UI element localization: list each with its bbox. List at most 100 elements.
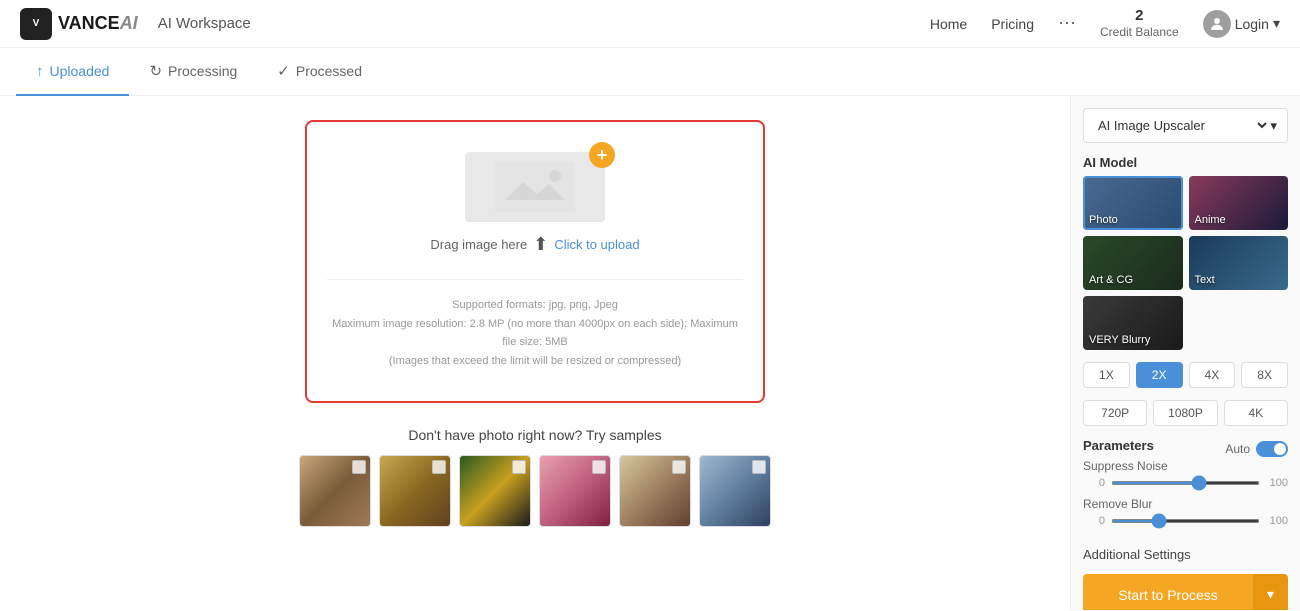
sample-checkbox[interactable] (512, 460, 526, 474)
remove-blur-slider[interactable] (1111, 519, 1260, 523)
suppress-noise-label: Suppress Noise (1083, 459, 1288, 473)
auto-toggle[interactable]: Auto (1225, 441, 1288, 457)
upload-text: Drag image here ⬆ Click to upload (430, 234, 639, 255)
tab-uploaded[interactable]: ↑ Uploaded (16, 48, 129, 96)
res-720p[interactable]: 720P (1083, 400, 1147, 426)
sample-item[interactable] (379, 455, 451, 527)
scale-buttons: 1X 2X 4X 8X (1083, 362, 1288, 388)
res-1080p[interactable]: 1080P (1153, 400, 1217, 426)
placeholder-image-icon (495, 162, 575, 212)
sample-item[interactable] (459, 455, 531, 527)
model-photo-label: Photo (1089, 214, 1118, 226)
scale-4x[interactable]: 4X (1189, 362, 1236, 388)
nav-pricing[interactable]: Pricing (991, 16, 1034, 32)
ai-model-label: AI Model (1083, 155, 1288, 170)
header-nav: Home Pricing ⋯ 2 Credit Balance Login ▾ (930, 6, 1280, 41)
sample-checkbox[interactable] (432, 460, 446, 474)
samples-grid (299, 455, 771, 527)
model-photo-bg: Photo (1083, 176, 1183, 230)
suppress-noise-slider[interactable] (1111, 481, 1260, 485)
tab-processing[interactable]: ↻ Processing (129, 48, 257, 96)
tab-processing-label: Processing (168, 63, 237, 79)
sample-item[interactable] (539, 455, 611, 527)
model-artcg[interactable]: Art & CG (1083, 236, 1183, 290)
tab-uploaded-label: Uploaded (50, 63, 110, 79)
add-image-button[interactable]: + (589, 142, 615, 168)
upload-area: + Drag image here ⬆ Click to upload Supp… (0, 96, 1070, 610)
main-content: + Drag image here ⬆ Click to upload Supp… (0, 96, 1300, 610)
toggle-switch[interactable] (1256, 441, 1288, 457)
nav-home[interactable]: Home (930, 16, 967, 32)
more-options-icon[interactable]: ⋯ (1058, 13, 1076, 34)
start-process-button[interactable]: Start to Process (1083, 574, 1253, 610)
header: V VANCEAI AI Workspace Home Pricing ⋯ 2 … (0, 0, 1300, 48)
tabs-bar: ↑ Uploaded ↻ Processing ✓ Processed (0, 48, 1300, 96)
params-header: Parameters Auto (1083, 438, 1288, 459)
drag-text: Drag image here (430, 237, 527, 252)
model-grid: Photo Anime Art & CG Text (1083, 176, 1288, 350)
model-text-bg: Text (1189, 236, 1289, 290)
processed-tab-icon: ✓ (277, 62, 290, 80)
parameters-label: Parameters (1083, 438, 1154, 453)
login-button[interactable]: Login ▾ (1203, 10, 1280, 38)
scale-1x[interactable]: 1X (1083, 362, 1130, 388)
model-artcg-bg: Art & CG (1083, 236, 1183, 290)
model-anime-bg: Anime (1189, 176, 1289, 230)
sample-checkbox[interactable] (352, 460, 366, 474)
sample-item[interactable] (619, 455, 691, 527)
dropzone-preview: + (465, 152, 605, 222)
credit-number: 2 (1135, 6, 1143, 26)
compress-note: (Images that exceed the limit will be re… (327, 352, 743, 371)
process-arrow-button[interactable]: ▾ (1253, 574, 1288, 610)
parameters-section: Parameters Auto Suppress Noise 0 100 Rem… (1083, 438, 1288, 535)
processing-tab-icon: ↻ (149, 62, 162, 80)
right-panel: AI Image Upscaler ▾ AI Model Photo Anime (1070, 96, 1300, 610)
credit-balance-label: Credit Balance (1100, 25, 1179, 41)
max-resolution: Maximum image resolution: 2.8 MP (no mor… (327, 315, 743, 352)
logo-text: VANCEAI (58, 13, 138, 34)
resolution-buttons: 720P 1080P 4K (1083, 400, 1288, 426)
divider (327, 279, 743, 280)
additional-settings[interactable]: Additional Settings (1083, 547, 1288, 562)
credit-balance: 2 Credit Balance (1100, 6, 1179, 41)
model-blurry-label: VERY Blurry (1089, 334, 1150, 346)
model-blurry-bg: VERY Blurry (1083, 296, 1183, 350)
ai-model-section: AI Model Photo Anime Art & CG (1083, 155, 1288, 350)
tab-processed[interactable]: ✓ Processed (257, 48, 382, 96)
remove-blur-min: 0 (1083, 515, 1105, 527)
dropzone[interactable]: + Drag image here ⬆ Click to upload Supp… (305, 120, 765, 403)
login-label: Login (1235, 16, 1269, 32)
upload-link[interactable]: Click to upload (554, 237, 639, 252)
res-4k[interactable]: 4K (1224, 400, 1288, 426)
chevron-down-icon: ▾ (1273, 15, 1280, 32)
model-select-input[interactable]: AI Image Upscaler (1094, 117, 1270, 134)
tab-processed-label: Processed (296, 63, 362, 79)
model-text-label: Text (1195, 274, 1215, 286)
scale-2x[interactable]: 2X (1136, 362, 1183, 388)
sample-item[interactable] (299, 455, 371, 527)
model-select-dropdown[interactable]: AI Image Upscaler ▾ (1083, 108, 1288, 143)
supported-formats: Supported formats: jpg, png, Jpeg (327, 296, 743, 315)
remove-blur-group: Remove Blur 0 100 (1083, 497, 1288, 527)
model-blurry[interactable]: VERY Blurry (1083, 296, 1183, 350)
model-photo[interactable]: Photo (1083, 176, 1183, 230)
sample-checkbox[interactable] (592, 460, 606, 474)
model-anime-label: Anime (1195, 214, 1226, 226)
logo[interactable]: V VANCEAI (20, 8, 138, 40)
model-text[interactable]: Text (1189, 236, 1289, 290)
sample-item[interactable] (699, 455, 771, 527)
scale-8x[interactable]: 8X (1241, 362, 1288, 388)
suppress-noise-group: Suppress Noise 0 100 (1083, 459, 1288, 489)
workspace-title: AI Workspace (158, 15, 251, 32)
sample-checkbox[interactable] (672, 460, 686, 474)
auto-label: Auto (1225, 442, 1250, 456)
upload-icon: ⬆ (533, 234, 548, 255)
model-anime[interactable]: Anime (1189, 176, 1289, 230)
suppress-noise-slider-row: 0 100 (1083, 477, 1288, 489)
upload-hints: Supported formats: jpg, png, Jpeg Maximu… (327, 296, 743, 371)
samples-title: Don't have photo right now? Try samples (408, 427, 661, 443)
logo-vance: V (33, 18, 40, 29)
suppress-noise-max: 100 (1266, 477, 1288, 489)
remove-blur-label: Remove Blur (1083, 497, 1288, 511)
sample-checkbox[interactable] (752, 460, 766, 474)
